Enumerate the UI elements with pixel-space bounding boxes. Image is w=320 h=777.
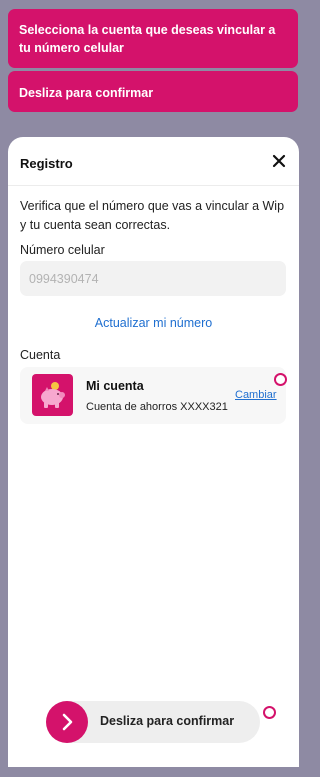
select-account-text: Selecciona la cuenta que deseas vincular… (19, 23, 276, 55)
change-account-link[interactable]: Cambiar (235, 389, 277, 401)
chevron-right-icon (62, 713, 73, 731)
piggy-bank-icon (32, 374, 73, 416)
select-account-banner: Selecciona la cuenta que deseas vincular… (8, 9, 298, 68)
account-radio[interactable] (274, 373, 287, 386)
swipe-confirm-banner: Desliza para confirmar (8, 71, 298, 112)
account-card[interactable]: Mi cuenta Cuenta de ahorros XXXX321 Camb… (20, 367, 287, 424)
slider-handle[interactable] (46, 701, 88, 743)
close-icon (272, 154, 286, 168)
account-label: Cuenta (20, 348, 61, 362)
slider-label: Desliza para confirmar (100, 714, 235, 728)
account-name: Mi cuenta (86, 379, 144, 393)
update-number-link[interactable]: Actualizar mi número (8, 316, 299, 330)
confirm-radio[interactable] (263, 706, 276, 719)
phone-label: Número celular (20, 243, 105, 257)
intro-text: Verifica que el número que vas a vincula… (20, 199, 285, 232)
swipe-confirm-slider[interactable]: Desliza para confirmar (46, 701, 260, 743)
swipe-confirm-banner-text: Desliza para confirmar (19, 86, 154, 100)
registro-sheet: Registro Verifica que el número que vas … (8, 137, 299, 767)
sheet-title: Registro (20, 156, 73, 171)
close-button[interactable] (271, 153, 287, 169)
sheet-header: Registro (8, 137, 299, 186)
account-detail: Cuenta de ahorros XXXX321 (86, 401, 228, 413)
phone-input[interactable] (20, 261, 286, 296)
